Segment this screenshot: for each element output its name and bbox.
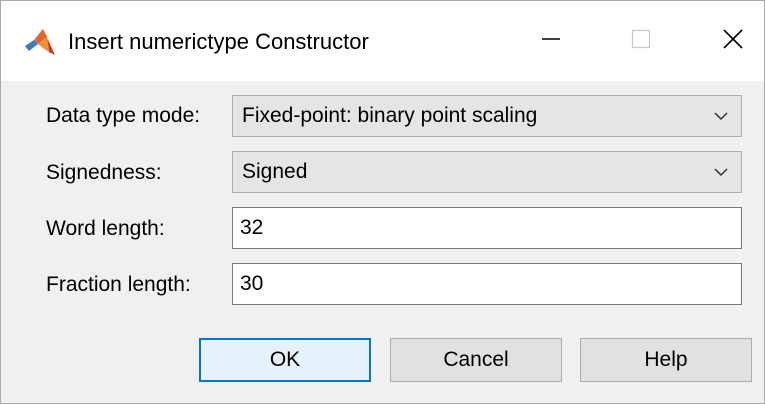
matlab-logo-icon [23,27,57,57]
dialog-window: Insert numerictype Constructor Data type… [0,0,765,404]
chevron-down-icon [713,109,729,123]
signedness-value: Signed [242,160,308,183]
fraction-length-value: 30 [240,272,264,295]
maximize-button[interactable] [611,15,671,67]
window-title: Insert numerictype Constructor [68,29,369,54]
title-bar[interactable]: Insert numerictype Constructor [1,1,764,81]
signedness-select[interactable]: Signed [232,151,742,193]
maximize-icon [630,28,652,55]
word-length-input[interactable]: 32 [232,207,742,249]
word-length-value: 32 [240,216,264,239]
data-type-mode-select[interactable]: Fixed-point: binary point scaling [232,95,742,137]
ok-button[interactable]: OK [199,338,371,382]
fraction-length-input[interactable]: 30 [232,263,742,305]
minimize-icon [540,28,562,55]
close-icon [722,28,744,55]
fraction-length-label: Fraction length: [46,273,191,296]
minimize-button[interactable] [521,15,581,67]
chevron-down-icon [713,165,729,179]
cancel-button[interactable]: Cancel [390,338,562,382]
data-type-mode-label: Data type mode: [46,104,201,127]
signedness-label: Signedness: [46,161,162,184]
close-button[interactable] [703,15,763,67]
help-button[interactable]: Help [580,338,752,382]
dialog-content: Data type mode: Fixed-point: binary poin… [1,81,764,403]
word-length-label: Word length: [46,217,165,240]
data-type-mode-value: Fixed-point: binary point scaling [242,104,538,127]
